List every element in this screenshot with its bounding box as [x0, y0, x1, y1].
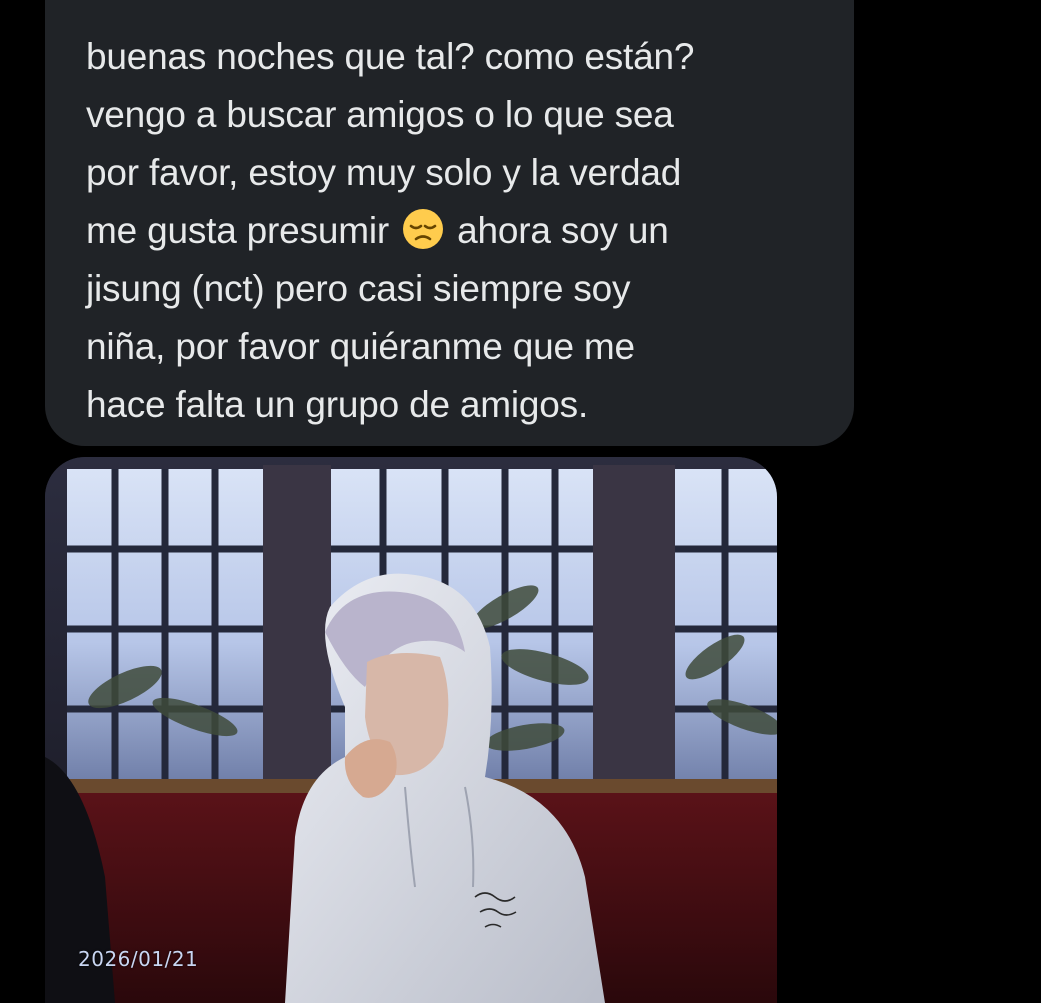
window-right [675, 469, 777, 789]
window-left [67, 469, 263, 784]
message-text: buenas noches que tal? como están? vengo… [86, 28, 826, 434]
photo-illustration [45, 457, 777, 1003]
attached-photo[interactable]: 2026/01/21 [45, 457, 777, 1003]
photo-date-stamp: 2026/01/21 [78, 947, 199, 971]
disappointed-face-emoji-icon [403, 209, 444, 249]
